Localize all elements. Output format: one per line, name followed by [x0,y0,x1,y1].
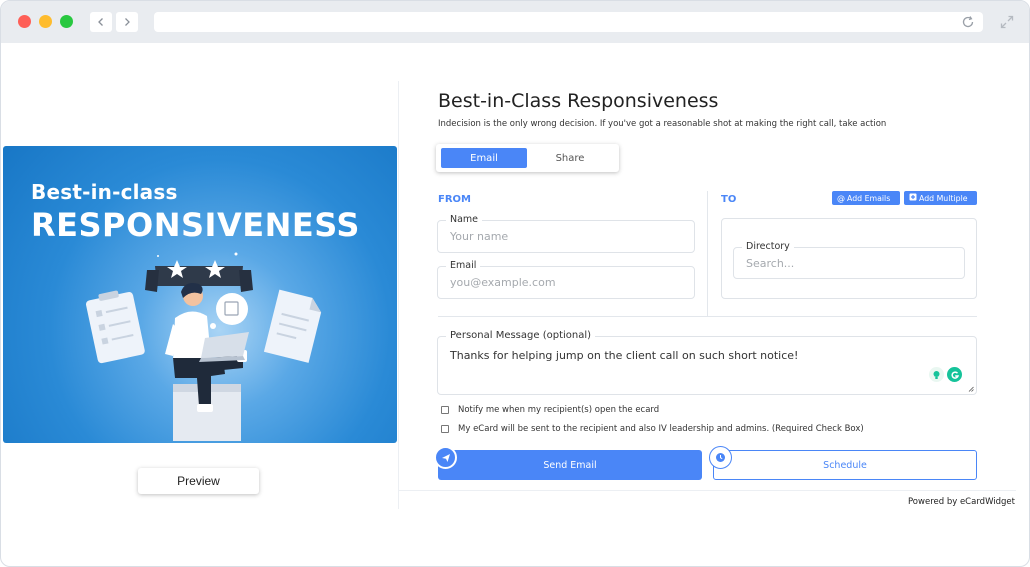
personal-message-field[interactable]: Personal Message (optional) Thanks for h… [437,330,977,395]
add-emails-button[interactable]: @ Add Emails [832,191,900,205]
chevron-left-icon [98,18,103,26]
add-multiple-button[interactable]: Add Multiple [904,191,977,205]
email-input[interactable]: you@example.com [450,267,556,298]
minimize-window-dot[interactable] [39,15,52,28]
directory-field[interactable]: Directory Search... [733,241,965,279]
at-sign-icon: @ [837,193,845,203]
to-section-label: TO [721,194,737,205]
directory-search-input[interactable]: Search... [746,248,794,278]
grammarly-icon[interactable] [947,367,962,382]
message-divider [438,316,977,317]
tab-email[interactable]: Email [441,148,527,168]
hero-title-line2: RESPONSIVENESS [31,206,360,244]
footer-divider [398,490,1016,491]
send-mode-tabs: Email Share [436,144,619,172]
paper-plane-icon [434,446,457,469]
back-button[interactable] [90,12,112,32]
lightbulb-icon[interactable] [929,367,944,382]
email-field[interactable]: Email you@example.com [437,260,695,299]
ecard-image: Best-in-class RESPONSIVENESS [3,146,397,443]
personal-message-textarea[interactable]: Thanks for helping jump on the client ca… [450,349,798,362]
schedule-button[interactable]: Schedule [713,450,977,480]
name-input[interactable]: Your name [450,221,508,252]
fullscreen-icon[interactable] [999,14,1015,30]
notify-checkbox-label: Notify me when my recipient(s) open the … [458,405,660,415]
preview-button[interactable]: Preview [138,468,259,494]
plus-square-icon [909,193,917,203]
clock-icon [709,446,732,469]
message-tools [929,367,962,382]
page-subtitle: Indecision is the only wrong decision. I… [438,119,887,129]
add-multiple-label: Add Multiple [919,193,968,203]
chevron-right-icon [125,18,130,26]
leadership-checkbox[interactable] [441,425,449,433]
browser-toolbar [1,1,1029,43]
illustration-person-laptop [85,252,322,441]
name-field[interactable]: Name Your name [437,214,695,253]
notify-checkbox[interactable] [441,406,449,414]
maximize-window-dot[interactable] [60,15,73,28]
leadership-checkbox-row[interactable]: My eCard will be sent to the recipient a… [441,424,864,434]
tab-share[interactable]: Share [527,148,613,168]
send-email-button[interactable]: Send Email [438,450,702,480]
notify-checkbox-row[interactable]: Notify me when my recipient(s) open the … [441,405,659,415]
from-to-divider [707,191,708,316]
close-window-dot[interactable] [18,15,31,28]
leadership-checkbox-label: My eCard will be sent to the recipient a… [458,424,864,434]
page-title: Best-in-Class Responsiveness [438,90,719,112]
reload-icon[interactable] [961,15,975,29]
personal-message-label: Personal Message (optional) [446,330,596,341]
panel-divider [398,81,399,509]
resize-handle-icon[interactable] [968,386,974,392]
add-emails-label: Add Emails [847,193,891,203]
address-bar[interactable] [154,12,983,32]
browser-window: Best-in-class RESPONSIVENESS Preview Bes… [0,0,1030,567]
forward-button[interactable] [116,12,138,32]
hero-title-line1: Best-in-class [31,180,178,204]
from-section-label: FROM [438,194,471,205]
powered-by-text: Powered by eCardWidget [907,497,1015,507]
